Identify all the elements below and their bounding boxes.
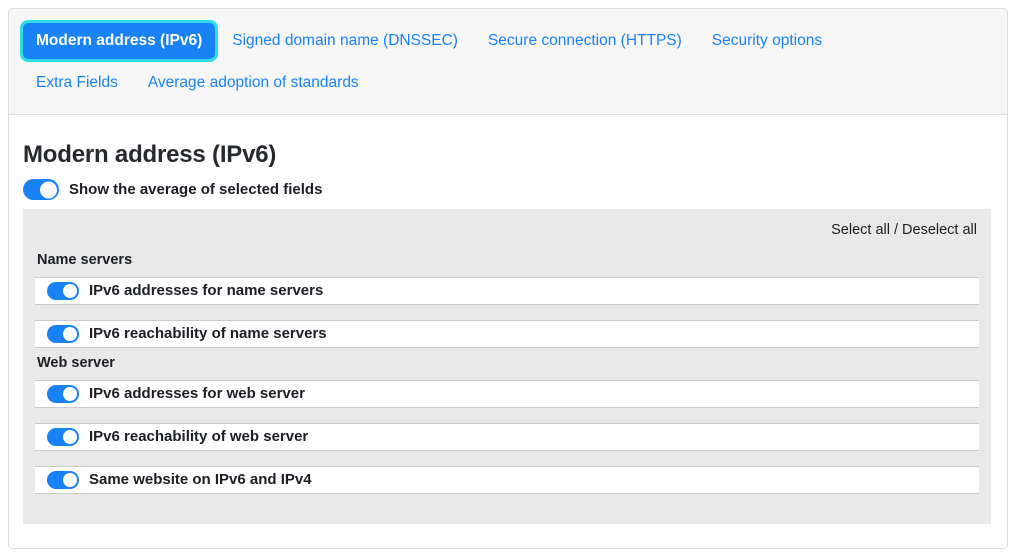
field-row-label: Same website on IPv6 and IPv4 xyxy=(89,471,312,488)
tab-secure-connection-https[interactable]: Secure connection (HTTPS) xyxy=(475,23,695,59)
field-row[interactable]: IPv6 addresses for name servers xyxy=(35,277,979,305)
field-toggle-switch[interactable] xyxy=(47,385,79,403)
select-all-wrap: Select all / Deselect all xyxy=(35,219,979,247)
tab-row-primary: Modern address (IPv6) Signed domain name … xyxy=(19,20,995,65)
tab-modern-address-ipv6[interactable]: Modern address (IPv6) xyxy=(19,20,219,62)
settings-card: Modern address (IPv6) Signed domain name … xyxy=(8,8,1008,549)
tab-bar: Modern address (IPv6) Signed domain name … xyxy=(9,9,1007,115)
tab-extra-fields[interactable]: Extra Fields xyxy=(23,65,131,101)
field-group: Name servers IPv6 addresses for name serv… xyxy=(35,251,979,348)
tab-security-options[interactable]: Security options xyxy=(699,23,835,59)
tab-panel-body: Modern address (IPv6) Show the average o… xyxy=(9,115,1007,548)
field-toggle-switch[interactable] xyxy=(47,471,79,489)
field-toggle-switch[interactable] xyxy=(47,428,79,446)
tab-signed-domain-name-dnssec[interactable]: Signed domain name (DNSSEC) xyxy=(219,23,471,59)
field-group-title: Web server xyxy=(37,355,115,371)
field-row-label: IPv6 reachability of name servers xyxy=(89,325,327,342)
tab-row-secondary: Extra Fields Average adoption of standard… xyxy=(21,65,995,107)
field-row-label: IPv6 reachability of web server xyxy=(89,428,309,445)
field-row-label: IPv6 addresses for web server xyxy=(89,385,305,402)
field-row[interactable]: IPv6 addresses for web server xyxy=(35,380,979,408)
field-row[interactable]: IPv6 reachability of name servers xyxy=(35,320,979,348)
toggle-knob-icon xyxy=(63,430,77,444)
field-groups: Name servers IPv6 addresses for name serv… xyxy=(35,251,979,494)
toggle-knob-icon xyxy=(40,181,57,198)
average-toggle-label: Show the average of selected fields xyxy=(69,180,323,198)
field-group: Web server IPv6 addresses for web server I… xyxy=(35,354,979,494)
average-toggle-row[interactable]: Show the average of selected fields xyxy=(23,179,993,200)
field-toggle-switch[interactable] xyxy=(47,325,79,343)
fields-panel: Select all / Deselect all Name servers IP… xyxy=(23,209,991,524)
toggle-knob-icon xyxy=(63,387,77,401)
select-all-link[interactable]: Select all / Deselect all xyxy=(831,222,977,238)
toggle-knob-icon xyxy=(63,473,77,487)
field-row[interactable]: Same website on IPv6 and IPv4 xyxy=(35,466,979,494)
field-row[interactable]: IPv6 reachability of web server xyxy=(35,423,979,451)
average-toggle-switch[interactable] xyxy=(23,179,59,200)
field-group-title: Name servers xyxy=(37,252,133,268)
field-toggle-switch[interactable] xyxy=(47,282,79,300)
tab-average-adoption-of-standards[interactable]: Average adoption of standards xyxy=(135,65,372,101)
toggle-knob-icon xyxy=(63,327,77,341)
page-title: Modern address (IPv6) xyxy=(23,141,277,168)
field-row-label: IPv6 addresses for name servers xyxy=(89,282,324,299)
toggle-knob-icon xyxy=(63,284,77,298)
